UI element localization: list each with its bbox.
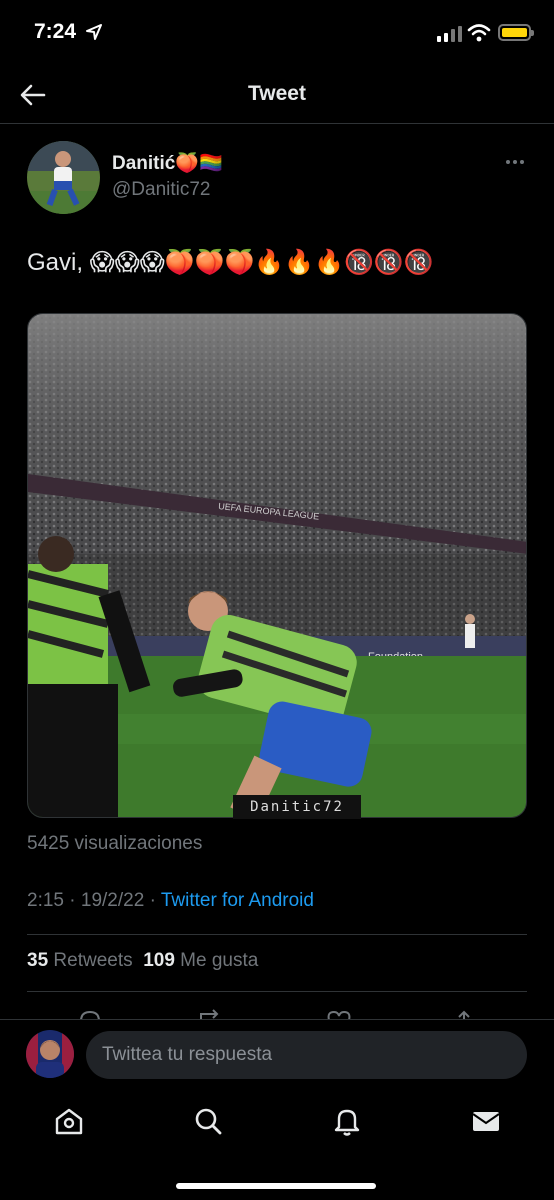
video-watermark: Danitic72 <box>233 795 361 819</box>
tweet-source-link[interactable]: Twitter for Android <box>161 890 314 911</box>
meta-separator: · <box>149 890 156 911</box>
search-icon[interactable] <box>192 1105 224 1137</box>
retweets-stat[interactable]: 35 Retweets <box>27 950 133 971</box>
likes-stat[interactable]: 109 Me gusta <box>143 950 258 971</box>
status-bar: 7:24 <box>0 0 554 66</box>
home-indicator <box>176 1183 376 1189</box>
view-count: 5425 visualizaciones <box>27 833 203 854</box>
cellular-signal-icon <box>437 26 462 42</box>
retweets-label: Retweets <box>53 950 133 971</box>
author-name[interactable]: Danitić🍑🏳️‍🌈 <box>112 151 223 175</box>
tweet-meta: 2:15 · 19/2/22 · Twitter for Android <box>27 890 314 912</box>
author-handle[interactable]: @Danitic72 <box>112 179 211 201</box>
wifi-icon <box>467 24 491 42</box>
messages-icon[interactable] <box>470 1105 502 1137</box>
tweet-time: 2:15 <box>27 890 64 911</box>
battery-icon <box>498 24 534 41</box>
page-title: Tweet <box>248 82 306 105</box>
tweet-video[interactable]: UEFA EUROPA LEAGUE Foundation <box>27 313 527 818</box>
divider <box>27 991 527 992</box>
author-avatar[interactable] <box>27 141 100 214</box>
location-arrow-icon <box>86 24 102 40</box>
reply-bar: Twittea tu respuesta <box>0 1019 554 1091</box>
top-header: Tweet <box>0 66 554 124</box>
home-icon[interactable] <box>53 1105 85 1137</box>
reply-input[interactable]: Twittea tu respuesta <box>86 1031 527 1079</box>
likes-count: 109 <box>143 950 175 971</box>
notifications-icon[interactable] <box>331 1105 363 1137</box>
status-time: 7:24 <box>34 20 77 43</box>
retweets-count: 35 <box>27 950 49 971</box>
tweet-date: 19/2/22 <box>80 890 145 911</box>
likes-label: Me gusta <box>180 950 259 971</box>
meta-separator: · <box>69 890 76 911</box>
engagement-stats: 35 Retweets 109 Me gusta <box>27 950 258 972</box>
user-avatar[interactable] <box>26 1030 74 1078</box>
more-options-icon[interactable] <box>500 152 530 172</box>
tweet-text: Gavi, 😱😱😱🍑🍑🍑🔥🔥🔥🔞🔞🔞 <box>27 249 434 276</box>
divider <box>27 934 527 935</box>
